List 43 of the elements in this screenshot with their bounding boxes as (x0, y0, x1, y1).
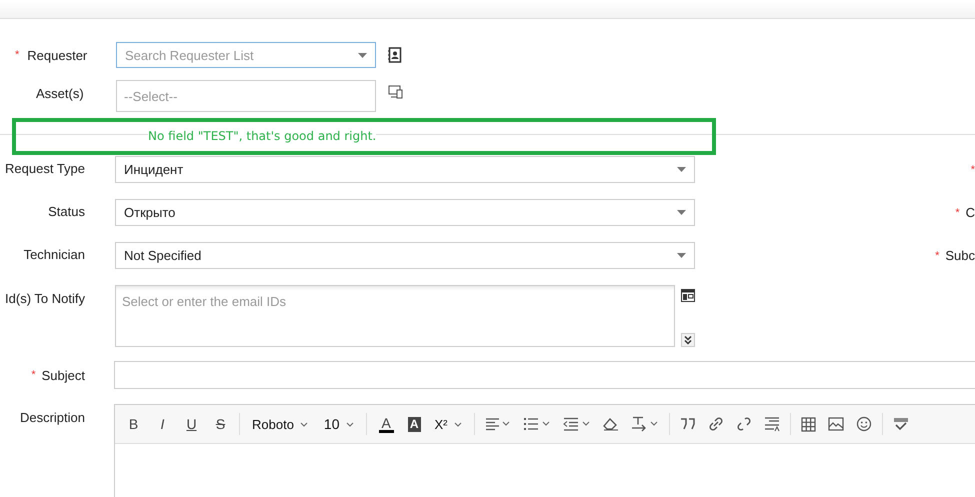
superscript-dropdown[interactable]: X² (430, 412, 466, 436)
field-label: Request Type (4, 161, 86, 176)
field-label: Status (47, 204, 86, 219)
bold-button[interactable]: B (121, 412, 146, 436)
field-label: Description (18, 410, 86, 425)
devices-icon[interactable] (388, 85, 404, 99)
description-editor[interactable]: B I U S Roboto 10 A A X² (114, 404, 975, 497)
field-label: Subc (945, 248, 975, 263)
dropdown-caret-icon (677, 210, 686, 215)
required-mark: * (935, 250, 940, 262)
dropdown-caret-icon (677, 167, 686, 172)
required-mark: * (970, 164, 975, 176)
field-label: Subject (42, 368, 85, 382)
font-dropdown[interactable]: Roboto (248, 412, 312, 436)
dropdown-field[interactable]: Открыто (115, 199, 695, 226)
required-mark: * (15, 49, 20, 61)
annotation-text: No field "TEST", that's good and right. (148, 128, 376, 142)
address-book-icon[interactable] (388, 47, 402, 63)
chevron-icon (454, 422, 462, 426)
underline-button[interactable]: U (179, 412, 204, 436)
field-label: C (966, 205, 975, 220)
font-size-dropdown[interactable]: 10 (320, 412, 358, 436)
contact-card-icon[interactable] (681, 289, 695, 302)
chevron-icon (346, 422, 354, 426)
required-mark: * (31, 369, 36, 381)
dropdown-field[interactable]: Инцидент (115, 156, 695, 183)
dropdown-field[interactable]: Not Specified (115, 242, 695, 269)
field-label: Asset(s) (36, 86, 84, 100)
dropdown-caret-icon (677, 253, 686, 258)
strikethrough-button[interactable]: S (208, 412, 233, 436)
required-mark: * (955, 206, 960, 218)
align-left-icon (484, 417, 511, 431)
field-label: Technician (22, 247, 86, 262)
italic-button[interactable]: I (150, 412, 175, 436)
expand-icon[interactable] (681, 333, 695, 347)
field-label: Requester (27, 48, 88, 62)
chevron-icon (300, 422, 308, 426)
bulleted-list-icon (522, 417, 551, 431)
dropdown-caret-icon (358, 52, 367, 58)
highlight-button[interactable]: A (404, 412, 425, 436)
subject-field[interactable] (114, 361, 975, 389)
font-color-button[interactable]: A (378, 415, 394, 433)
field-label: Id(s) To Notify (4, 291, 86, 306)
